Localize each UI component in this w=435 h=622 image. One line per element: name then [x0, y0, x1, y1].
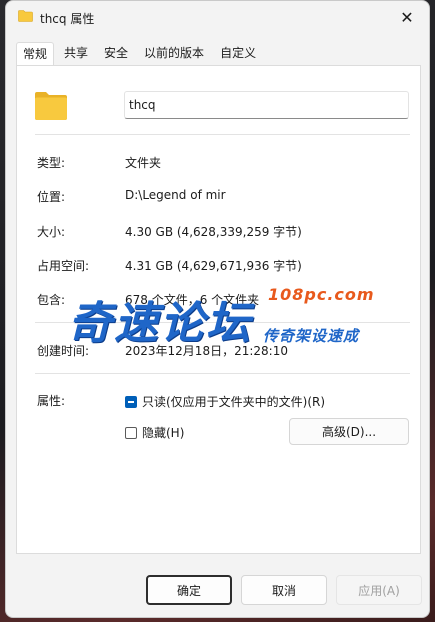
divider [35, 322, 410, 323]
created-label: 创建时间: [37, 344, 90, 358]
divider [35, 134, 410, 135]
hidden-checkbox-label: 隐藏(H) [142, 426, 185, 440]
size-label: 大小: [37, 225, 66, 239]
large-folder-icon [35, 92, 67, 120]
readonly-checkbox[interactable] [125, 395, 137, 408]
type-value: 文件夹 [125, 156, 162, 170]
folder-icon [18, 10, 33, 22]
divider [35, 373, 410, 374]
tab-security[interactable]: 安全 [98, 42, 134, 66]
attributes-label: 属性: [37, 394, 66, 408]
cancel-button[interactable]: 取消 [241, 575, 327, 605]
close-button[interactable]: ✕ [393, 4, 421, 30]
size-on-disk-label: 占用空间: [37, 259, 90, 273]
hidden-checkbox[interactable] [125, 426, 137, 439]
advanced-button[interactable]: 高级(D)... [289, 418, 409, 445]
size-on-disk-value: 4.31 GB (4,629,671,936 字节) [125, 259, 302, 273]
title-bar[interactable]: thcq 属性 ✕ [6, 1, 429, 35]
location-value: D:\Legend of mir [125, 188, 226, 202]
hidden-checkbox-row[interactable]: 隐藏(H) [125, 424, 184, 441]
type-label: 类型: [37, 156, 66, 170]
location-label: 位置: [37, 190, 66, 204]
tab-sharing[interactable]: 共享 [58, 42, 94, 66]
tab-customize[interactable]: 自定义 [214, 42, 262, 66]
folder-name-field[interactable]: thcq [124, 91, 409, 119]
general-panel: thcq 类型: 文件夹 位置: D:\Legend of mir 大小: 4.… [16, 65, 421, 554]
size-value: 4.30 GB (4,628,339,259 字节) [125, 225, 302, 239]
apply-button[interactable]: 应用(A) [336, 575, 422, 605]
tab-strip: 常规 共享 安全 以前的版本 自定义 [16, 42, 266, 66]
created-value: 2023年12月18日，21:28:10 [125, 344, 288, 358]
readonly-checkbox-row[interactable]: 只读(仅应用于文件夹中的文件)(R) [125, 393, 325, 410]
close-icon: ✕ [400, 7, 414, 27]
tab-previous-versions[interactable]: 以前的版本 [138, 42, 210, 66]
readonly-checkbox-label: 只读(仅应用于文件夹中的文件)(R) [142, 395, 326, 409]
window-title: thcq 属性 [40, 12, 95, 26]
contains-value: 678 个文件，6 个文件夹 [125, 293, 260, 307]
properties-dialog: thcq 属性 ✕ 常规 共享 安全 以前的版本 自定义 thcq 类型: 文件… [5, 0, 430, 618]
ok-button[interactable]: 确定 [146, 575, 232, 605]
tab-general[interactable]: 常规 [16, 42, 55, 66]
contains-label: 包含: [37, 293, 66, 307]
